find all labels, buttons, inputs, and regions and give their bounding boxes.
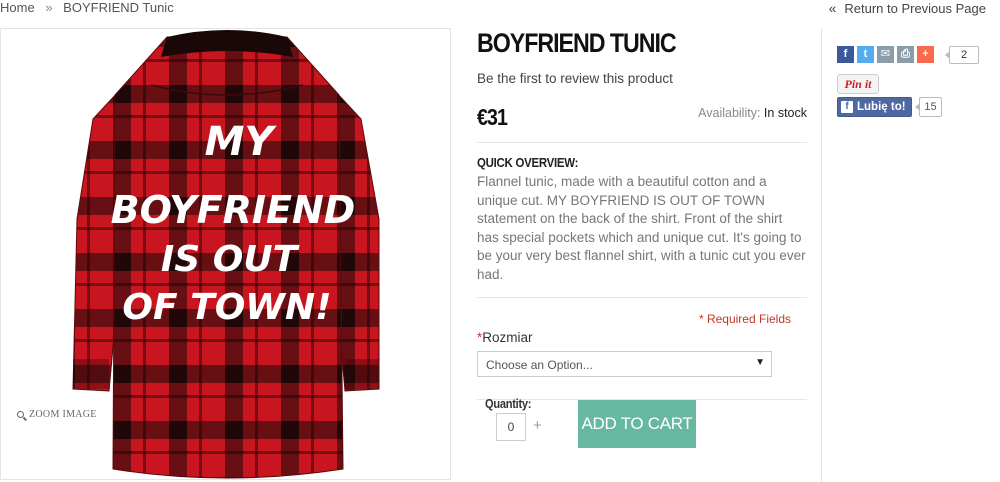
facebook-like-button[interactable]: f Lubię to! <box>837 97 912 117</box>
breadcrumb: Home » BOYFRIEND Tunic <box>0 0 174 15</box>
share-count: 2 <box>945 46 979 64</box>
return-to-previous-page-link[interactable]: « Return to Previous Page <box>829 0 986 16</box>
return-link-label: Return to Previous Page <box>844 1 986 16</box>
product-image[interactable]: MY BOYFRIEND IS OUT OF TOWN! ZOOM IMAGE <box>0 28 451 480</box>
social-sidebar: f t ✉ ⎙ + 2 Pin it f Lubię to! 15 <box>821 28 1000 482</box>
zoom-image-link[interactable]: ZOOM IMAGE <box>17 409 97 420</box>
shirt-print-line-3: IS OUT <box>161 239 300 280</box>
share-buttons: f t ✉ ⎙ + <box>837 46 934 63</box>
shirt-print-line-4: OF TOWN! <box>122 287 331 328</box>
magnifier-icon <box>17 411 24 418</box>
breadcrumb-separator: » <box>45 0 53 15</box>
print-icon[interactable]: ⎙ <box>897 46 914 63</box>
double-chevron-left-icon: « <box>828 0 837 16</box>
zoom-image-label: ZOOM IMAGE <box>29 409 97 420</box>
breadcrumb-home-link[interactable]: Home <box>0 0 35 15</box>
add-to-cart-button[interactable]: ADD TO CART <box>578 400 696 448</box>
shirt-print-line-2: BOYFRIEND <box>111 188 356 232</box>
quantity-label: Quantity: <box>485 396 532 411</box>
email-icon[interactable]: ✉ <box>877 46 894 63</box>
shirt-print-line-1: MY <box>205 119 278 165</box>
pin-it-button[interactable]: Pin it <box>837 74 879 94</box>
quantity-plus-icon[interactable]: + <box>533 417 542 434</box>
breadcrumb-current: BOYFRIEND Tunic <box>63 0 174 15</box>
quantity-input[interactable]: 0 <box>496 413 526 441</box>
facebook-icon[interactable]: f <box>837 46 854 63</box>
fb-like-label: Lubię to! <box>857 101 906 113</box>
add-to-cart-area: Quantity: 0 + ADD TO CART <box>477 0 807 482</box>
like-count: 15 <box>915 97 942 117</box>
plus-icon[interactable]: + <box>917 46 934 63</box>
twitter-icon[interactable]: t <box>857 46 874 63</box>
facebook-icon: f <box>841 101 853 113</box>
